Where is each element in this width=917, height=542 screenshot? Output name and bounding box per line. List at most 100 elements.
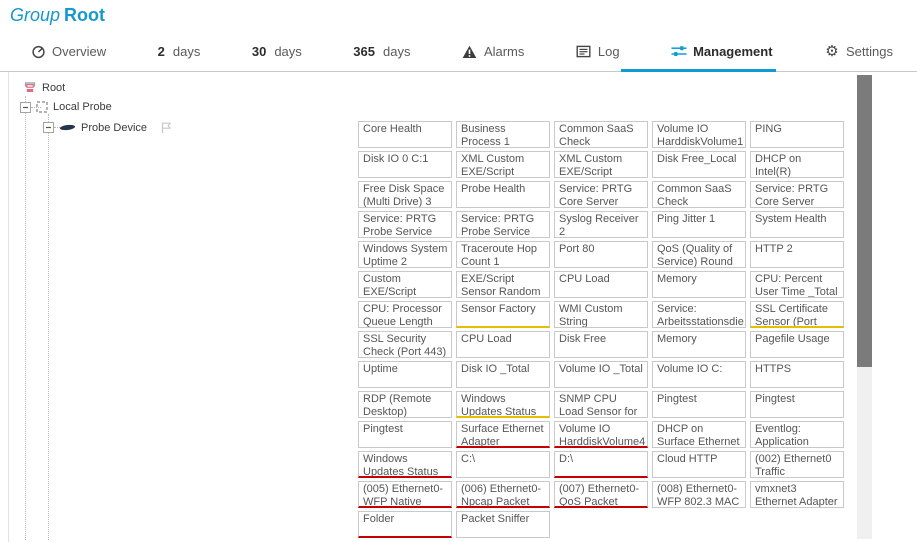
tab-365-days[interactable]: 365 days — [353, 32, 410, 71]
sensor-box[interactable]: Business Process 1 — [456, 121, 550, 148]
tree-item-label: Probe Device — [81, 122, 147, 134]
scrollbar-thumb[interactable] — [857, 75, 872, 367]
sensor-box[interactable]: Volume IO HarddiskVolume1 — [652, 121, 746, 148]
sensor-box[interactable]: (007) Ethernet0-QoS Packet — [554, 481, 648, 508]
sensor-box[interactable]: Disk IO 0 C:1 — [358, 151, 452, 178]
tab-management[interactable]: Management — [671, 32, 772, 71]
sensor-box[interactable]: Pagefile Usage — [750, 331, 844, 358]
sensor-box[interactable]: Service: PRTG Probe Service — [358, 211, 452, 238]
sensor-box[interactable]: Disk Free_Local — [652, 151, 746, 178]
sensor-box[interactable]: Service: PRTG Core Server Service — [554, 181, 648, 208]
tree-item-label: Root — [42, 82, 65, 94]
sensor-box[interactable]: Uptime — [358, 361, 452, 388]
sensor-box[interactable]: Port 80 — [554, 241, 648, 268]
sensor-box[interactable]: Syslog Receiver 2 — [554, 211, 648, 238]
sensor-box[interactable]: Packet Sniffer — [456, 511, 550, 538]
sensor-box[interactable]: QoS (Quality of Service) Round Trip — [652, 241, 746, 268]
sensor-box[interactable]: DHCP on Intel(R) PRO/1000 MT — [750, 151, 844, 178]
sensor-box[interactable]: Service: PRTG Probe Service — [456, 211, 550, 238]
collapse-icon[interactable] — [43, 122, 54, 133]
tree-item-local-probe[interactable]: Local Probe — [20, 101, 112, 113]
tab-2-days[interactable]: 2days — [158, 32, 201, 71]
sensor-box[interactable]: HTTPS — [750, 361, 844, 388]
sensor-box[interactable]: WMI Custom String — [554, 301, 648, 328]
sensor-box[interactable]: Service: PRTG Core Server Service — [750, 181, 844, 208]
tab-number: 365 — [353, 44, 375, 59]
sensor-box[interactable]: vmxnet3 Ethernet Adapter — [750, 481, 844, 508]
scrollbar[interactable] — [857, 75, 872, 539]
sensor-box[interactable]: (006) Ethernet0-Npcap Packet — [456, 481, 550, 508]
sensor-box[interactable]: DHCP on Surface Ethernet Adapter — [652, 421, 746, 448]
sensor-box[interactable]: (008) Ethernet0-WFP 802.3 MAC — [652, 481, 746, 508]
sensor-box[interactable]: Ping Jitter 1 — [652, 211, 746, 238]
sensor-box[interactable]: Pingtest — [652, 391, 746, 418]
sensor-box[interactable]: (005) Ethernet0-WFP Native MAC — [358, 481, 452, 508]
sensor-box[interactable]: Free Disk Space (Multi Drive) 3 — [358, 181, 452, 208]
sensor-box[interactable]: Traceroute Hop Count 1 — [456, 241, 550, 268]
sensor-box[interactable]: Eventlog: Application — [750, 421, 844, 448]
sensor-box[interactable]: XML Custom EXE/Script Sensor — [456, 151, 550, 178]
sensor-box[interactable]: CPU Load — [554, 271, 648, 298]
sensor-box[interactable]: Windows Updates Status — [456, 391, 550, 418]
sensor-box[interactable]: SSL Security Check (Port 443) — [358, 331, 452, 358]
sensor-box[interactable]: Folder — [358, 511, 452, 538]
probe-icon — [36, 101, 48, 113]
sensor-box[interactable]: Windows Updates Status — [358, 451, 452, 478]
sensor-box[interactable]: Disk IO _Total — [456, 361, 550, 388]
tab-log[interactable]: Log — [576, 32, 620, 71]
tab-alarms[interactable]: Alarms — [462, 32, 524, 71]
tree-item-root[interactable]: Root — [23, 82, 65, 94]
sensor-box[interactable]: CPU: Percent User Time _Total — [750, 271, 844, 298]
content-pane: Root Local Probe Probe Device Core Healt… — [8, 72, 917, 542]
tab-overview[interactable]: Overview — [30, 32, 106, 71]
sensor-box[interactable]: Common SaaS Check — [652, 181, 746, 208]
sensor-box[interactable]: Windows System Uptime 2 — [358, 241, 452, 268]
tab-label: Alarms — [484, 44, 524, 59]
sensor-box[interactable]: Service: Arbeitsstationsdie... — [652, 301, 746, 328]
sensor-box[interactable]: (002) Ethernet0 Traffic — [750, 451, 844, 478]
tree-item-probe-device[interactable]: Probe Device — [43, 121, 173, 134]
sensor-box[interactable]: D:\ — [554, 451, 648, 478]
tab-30-days[interactable]: 30days — [252, 32, 302, 71]
empty-grid-slot — [750, 511, 844, 538]
sensor-box[interactable]: Memory — [652, 331, 746, 358]
sensor-box[interactable]: C:\ — [456, 451, 550, 478]
sensor-box[interactable]: Probe Health — [456, 181, 550, 208]
sensor-box[interactable]: XML Custom EXE/Script Sensor — [554, 151, 648, 178]
sensor-box[interactable]: Pingtest — [358, 421, 452, 448]
sensor-box[interactable]: Sensor Factory — [456, 301, 550, 328]
sensor-box[interactable]: SSL Certificate Sensor (Port 443) — [750, 301, 844, 328]
sensor-box[interactable]: EXE/Script Sensor Random number — [456, 271, 550, 298]
sensor-box[interactable]: CPU Load — [456, 331, 550, 358]
sensor-box[interactable]: Volume IO HarddiskVolume4 — [554, 421, 648, 448]
tab-bar: Overview 2days 30days 365 days Alarms Log Manag… — [0, 32, 917, 72]
group-icon — [23, 82, 37, 94]
tab-label: Overview — [52, 44, 106, 59]
empty-grid-slot — [652, 511, 746, 538]
sensor-box[interactable]: SNMP CPU Load Sensor for Asako — [554, 391, 648, 418]
sensor-box[interactable]: Memory — [652, 271, 746, 298]
sensor-box[interactable]: Custom EXE/Script Sensor 1 — [358, 271, 452, 298]
collapse-icon[interactable] — [20, 102, 31, 113]
sensor-box[interactable]: Core Health — [358, 121, 452, 148]
sensor-box[interactable]: Cloud HTTP — [652, 451, 746, 478]
sensor-box[interactable]: Volume IO _Total — [554, 361, 648, 388]
tree-branch-line — [48, 114, 49, 540]
sensor-box[interactable]: Common SaaS Check — [554, 121, 648, 148]
tab-label: days — [383, 44, 410, 59]
tab-label: days — [173, 44, 200, 59]
tab-label: Management — [693, 44, 772, 59]
sensor-box[interactable]: Volume IO C: — [652, 361, 746, 388]
object-type-label: Group — [10, 5, 60, 25]
empty-grid-slot — [554, 511, 648, 538]
tab-settings[interactable]: ⚙Settings — [824, 32, 893, 71]
sensor-box[interactable]: CPU: Processor Queue Length — [358, 301, 452, 328]
sensor-box[interactable]: Pingtest — [750, 391, 844, 418]
sensor-box[interactable]: Surface Ethernet Adapter — [456, 421, 550, 448]
sensor-box[interactable]: PING — [750, 121, 844, 148]
sensor-box[interactable]: System Health — [750, 211, 844, 238]
sensor-box[interactable]: Disk Free — [554, 331, 648, 358]
tab-label: days — [274, 44, 301, 59]
sensor-box[interactable]: HTTP 2 — [750, 241, 844, 268]
sensor-box[interactable]: RDP (Remote Desktop) — [358, 391, 452, 418]
